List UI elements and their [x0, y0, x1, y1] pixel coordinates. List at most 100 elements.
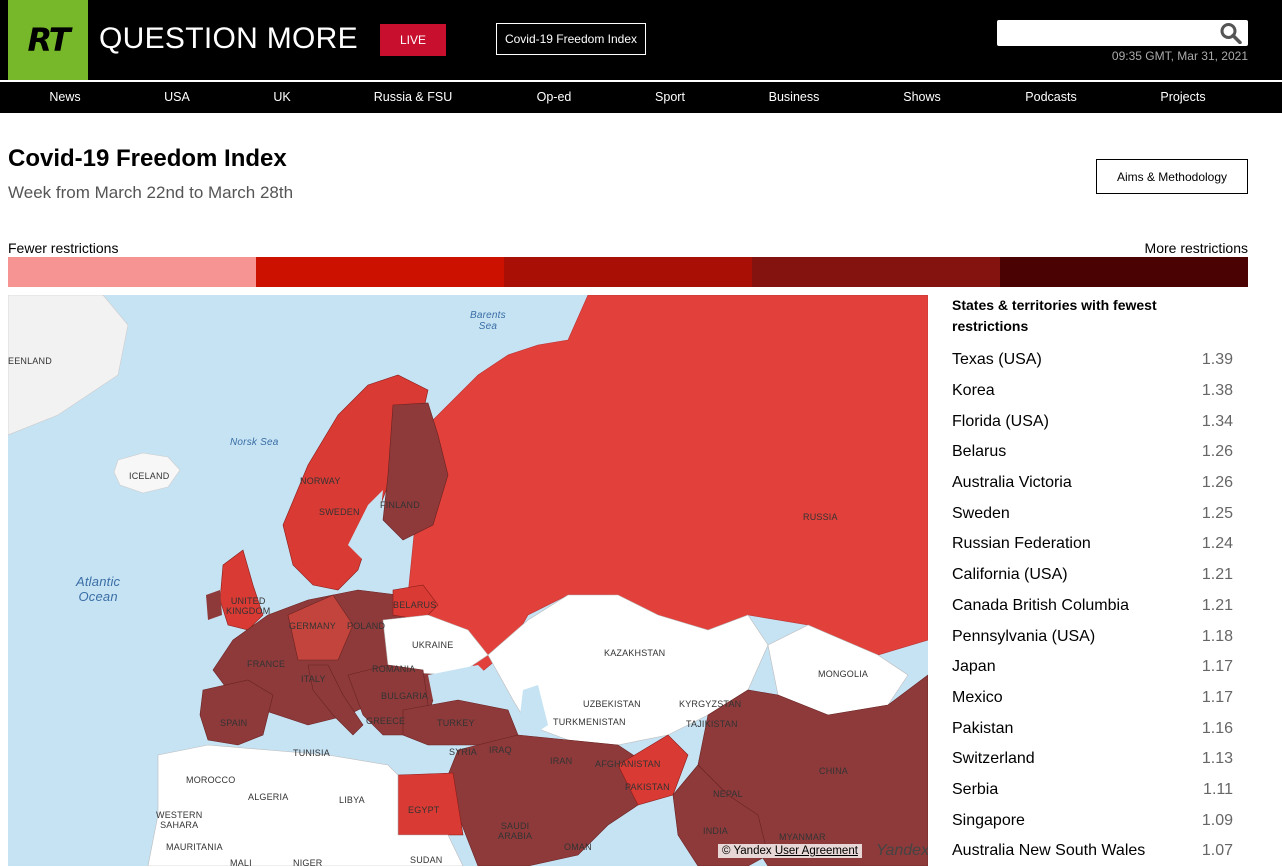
map-label-myanmar: MYANMAR [779, 832, 826, 842]
ranking-row-value: 1.07 [1201, 842, 1233, 860]
map-label-germany: GERMANY [289, 621, 336, 631]
search-input[interactable] [997, 20, 1248, 46]
ranking-row[interactable]: Australia Victoria 1.26 [952, 468, 1233, 499]
ranking-row[interactable]: Texas (USA) 1.39 [952, 345, 1233, 376]
ranking-row-name: Australia New South Wales [952, 842, 1146, 860]
map-label-uk: UNITED KINGDOM [226, 596, 271, 616]
ranking-row[interactable]: Korea 1.38 [952, 376, 1233, 407]
nav-item-business[interactable]: Business [769, 82, 820, 113]
live-button[interactable]: LIVE [380, 24, 446, 56]
nav-item-usa[interactable]: USA [164, 82, 190, 113]
map-label-iran: IRAN [550, 756, 573, 766]
nav-item-podcasts[interactable]: Podcasts [1025, 82, 1076, 113]
ranking-row[interactable]: Canada British Columbia 1.21 [952, 591, 1233, 622]
map-label-afghanistan: AFGHANISTAN [595, 759, 661, 769]
map-label-greece: GREECE [366, 716, 406, 726]
ranking-row[interactable]: Russian Federation 1.24 [952, 529, 1233, 560]
ranking-row[interactable]: Belarus 1.26 [952, 437, 1233, 468]
ranking-row-value: 1.17 [1201, 688, 1233, 706]
ranking-row[interactable]: Switzerland 1.13 [952, 744, 1233, 775]
nav-item-projects[interactable]: Projects [1160, 82, 1205, 113]
user-agreement-link[interactable]: User Agreement [775, 845, 858, 857]
ranking-row-value: 1.16 [1201, 719, 1233, 737]
scale-step-2[interactable] [256, 257, 504, 287]
map-label-saudi-arabia: SAUDI ARABIA [498, 821, 533, 842]
map-label-barents-sea: Barents Sea [470, 310, 506, 332]
map-canvas[interactable] [8, 295, 928, 866]
ranking-row[interactable]: Japan 1.17 [952, 652, 1233, 683]
nav-item-russia-fsu[interactable]: Russia & FSU [374, 82, 453, 113]
nav-item-sport[interactable]: Sport [655, 82, 685, 113]
ranking-row[interactable]: Sweden 1.25 [952, 498, 1233, 529]
map-label-norsk-sea: Norsk Sea [230, 437, 279, 448]
aims-methodology-button[interactable]: Aims & Methodology [1096, 159, 1248, 194]
map-egypt [397, 772, 464, 836]
scale-step-5[interactable] [1000, 257, 1248, 287]
ranking-row[interactable]: Australia New South Wales 1.07 [952, 836, 1233, 867]
ranking-row-value: 1.38 [1201, 382, 1233, 400]
rt-logo[interactable]: RT [8, 0, 88, 80]
map-label-kazakhstan: KAZAKHSTAN [604, 648, 666, 658]
legend-color-scale [8, 257, 1248, 287]
ranking-row-name: Mexico [952, 688, 1003, 706]
nav-item-shows[interactable]: Shows [903, 82, 941, 113]
ranking-row-name: Pennsylvania (USA) [952, 627, 1096, 645]
map-label-oman: OMAN [564, 842, 592, 852]
ranking-row[interactable]: Pennsylvania (USA) 1.18 [952, 621, 1233, 652]
map-label-russia: RUSSIA [803, 512, 838, 522]
ranking-row-value: 1.13 [1201, 750, 1233, 768]
nav-item-news[interactable]: News [49, 82, 80, 113]
ranking-row-name: Sweden [952, 504, 1010, 522]
map-label-egypt: EGYPT [408, 805, 440, 815]
copyright-text: © Yandex [722, 845, 772, 857]
timestamp: 09:35 GMT, Mar 31, 2021 [1111, 49, 1248, 63]
ranking-row[interactable]: Pakistan 1.16 [952, 713, 1233, 744]
map-label-china: CHINA [819, 766, 849, 776]
freedom-map[interactable]: EENLAND Barents Sea Norsk Sea ICELAND At… [8, 295, 928, 866]
ranking-row-value: 1.25 [1201, 504, 1233, 522]
map-label-romania: ROMANIA [372, 664, 416, 674]
ranking-row-value: 1.26 [1201, 474, 1233, 492]
logo-text: RT [27, 21, 70, 59]
map-ireland [206, 590, 222, 620]
ranking-row-value: 1.24 [1201, 535, 1233, 553]
map-iberia [199, 679, 274, 746]
map-label-kyrgyzstan: KYRGYZSTAN [679, 699, 742, 709]
map-label-sudan: SUDAN [410, 855, 443, 865]
ranking-row-name: Singapore [952, 811, 1025, 829]
main-nav: News USA UK Russia & FSU Op-ed Sport Bus… [0, 82, 1282, 113]
ranking-row[interactable]: Singapore 1.09 [952, 805, 1233, 836]
slogan: QUESTION MORE [99, 22, 358, 55]
map-label-turkmenistan: TURKMENISTAN [553, 717, 626, 727]
map-label-tunisia: TUNISIA [293, 748, 330, 758]
map-uk [219, 549, 264, 631]
ranking-row-name: Russian Federation [952, 535, 1091, 553]
scale-step-3[interactable] [504, 257, 752, 287]
ranking-row-value: 1.18 [1201, 627, 1233, 645]
ranking-row-name: Serbia [952, 780, 999, 798]
nav-item-uk[interactable]: UK [273, 82, 290, 113]
map-label-pakistan: PAKISTAN [625, 782, 670, 792]
ranking-row-value: 1.17 [1201, 658, 1233, 676]
legend-more-label: More restrictions [1144, 240, 1248, 256]
freedom-index-button[interactable]: Covid-19 Freedom Index [496, 23, 646, 55]
ranking-heading: States & territories with fewest restric… [952, 297, 1157, 334]
ranking-row-name: Switzerland [952, 750, 1035, 768]
ranking-row[interactable]: California (USA) 1.21 [952, 560, 1233, 591]
search-icon[interactable] [1219, 22, 1243, 44]
ranking-row[interactable]: Florida (USA) 1.34 [952, 406, 1233, 437]
ranking-row-name: Texas (USA) [952, 351, 1042, 369]
scale-step-1[interactable] [8, 257, 256, 287]
ranking-row[interactable]: Mexico 1.17 [952, 683, 1233, 714]
ranking-row[interactable]: Serbia 1.11 [952, 775, 1233, 806]
map-label-nepal: NEPAL [713, 789, 743, 799]
map-label-norway: NORWAY [300, 476, 341, 486]
scale-step-4[interactable] [752, 257, 1000, 287]
page-title: Covid-19 Freedom Index [8, 145, 287, 172]
ranking-row-name: Canada British Columbia [952, 596, 1129, 614]
map-label-sweden: SWEDEN [319, 507, 360, 517]
legend-fewer-label: Fewer restrictions [8, 240, 119, 256]
ranking-row-name: Australia Victoria [952, 474, 1072, 492]
nav-item-op-ed[interactable]: Op-ed [537, 82, 572, 113]
map-label-spain: SPAIN [220, 718, 248, 728]
